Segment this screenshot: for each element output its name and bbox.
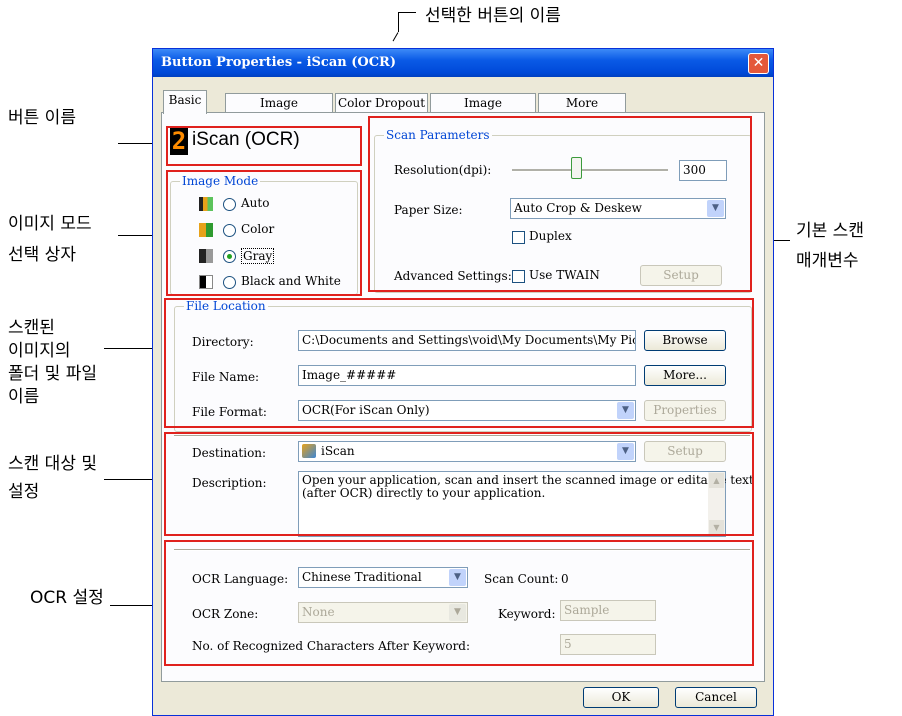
file-name-label: File Name: <box>192 370 260 384</box>
annotation-image-mode-1: 이미지 모드 <box>8 214 92 234</box>
radio-gray[interactable] <box>223 250 236 263</box>
destination-label: Destination: <box>192 446 267 460</box>
ocr-zone-label: OCR Zone: <box>192 607 259 621</box>
color-mode-icon <box>199 223 213 237</box>
button-name-display: iScan (OCR) <box>192 129 300 150</box>
annotation-ocr: OCR 설정 <box>30 588 104 608</box>
annotation-line <box>398 12 416 13</box>
radio-color[interactable] <box>223 224 236 237</box>
scan-setup-button[interactable]: Setup <box>640 265 722 286</box>
annotation-file-3: 폴더 및 파일 <box>8 364 98 384</box>
paper-size-select[interactable]: Auto Crop & Deskew ▼ <box>510 198 726 219</box>
radio-auto[interactable] <box>223 198 236 211</box>
duplex-label[interactable]: Duplex <box>529 229 572 243</box>
file-name-input[interactable]: Image_##### <box>298 365 636 386</box>
scroll-down-icon[interactable]: ▼ <box>709 520 724 535</box>
description-scrollbar[interactable]: ▲ ▼ <box>708 472 725 536</box>
file-format-label: File Format: <box>192 405 267 419</box>
file-format-select[interactable]: OCR(For iScan Only) ▼ <box>298 400 636 421</box>
bw-mode-icon <box>199 275 213 289</box>
use-twain-checkbox[interactable] <box>512 270 525 283</box>
duplex-checkbox[interactable] <box>512 231 525 244</box>
divider <box>174 549 750 551</box>
close-button[interactable]: ✕ <box>748 53 769 74</box>
chevron-down-icon[interactable]: ▼ <box>617 402 634 419</box>
resolution-label: Resolution(dpi): <box>394 163 492 177</box>
advanced-settings-label: Advanced Settings: <box>394 269 512 283</box>
annotation-dest-2: 설정 <box>8 482 40 502</box>
resolution-slider-thumb[interactable] <box>571 157 582 179</box>
annotation-image-mode-2: 선택 상자 <box>8 245 76 265</box>
annotation-file-4: 이름 <box>8 387 40 407</box>
annotation-dest-1: 스캔 대상 및 <box>8 454 98 474</box>
radio-black-white[interactable] <box>223 276 236 289</box>
gray-mode-icon <box>199 249 213 263</box>
iscan-app-icon <box>302 444 316 458</box>
chevron-down-icon[interactable]: ▼ <box>449 569 466 586</box>
scan-parameters-title: Scan Parameters <box>384 128 492 142</box>
use-twain-label[interactable]: Use TWAIN <box>529 268 600 282</box>
tab-basic[interactable]: Basic <box>163 90 207 114</box>
keyword-label: Keyword: <box>498 607 556 621</box>
annotation-scan-params-1: 기본 스캔 <box>796 221 864 241</box>
recognized-chars-label: No. of Recognized Characters After Keywo… <box>192 639 471 653</box>
browse-button[interactable]: Browse <box>644 330 726 351</box>
annotation-file-2: 이미지의 <box>8 341 71 361</box>
ocr-language-label: OCR Language: <box>192 572 289 586</box>
properties-button[interactable]: Properties <box>644 400 726 421</box>
title-bar[interactable]: Button Properties - iScan (OCR) ✕ <box>153 49 773 77</box>
tab-image-adjustment[interactable]: Image Adjustment <box>225 93 333 129</box>
button-properties-dialog: Button Properties - iScan (OCR) ✕ Basic … <box>152 48 774 716</box>
resolution-input[interactable]: 300 <box>679 160 727 181</box>
annotation-line <box>392 32 399 42</box>
button-number-display: 2 <box>170 127 188 155</box>
dialog-title: Button Properties - iScan (OCR) <box>161 55 397 70</box>
image-mode-title: Image Mode <box>180 174 261 188</box>
radio-color-label[interactable]: Color <box>241 222 274 236</box>
keyword-input[interactable]: Sample <box>560 600 656 621</box>
scan-count-value: 0 <box>561 572 569 586</box>
tab-panel-basic: 2 iScan (OCR) Image Mode Auto Color Gray… <box>161 112 765 682</box>
ocr-zone-select[interactable]: None ▼ <box>298 602 468 623</box>
cancel-button[interactable]: Cancel <box>675 687 757 708</box>
scan-count-label: Scan Count: <box>484 572 559 586</box>
annotation-file-1: 스캔된 <box>8 318 55 338</box>
description-label: Description: <box>192 476 267 490</box>
destination-setup-button[interactable]: Setup <box>644 441 726 462</box>
annotation-scan-params-2: 매개변수 <box>796 251 859 271</box>
radio-auto-label[interactable]: Auto <box>241 196 269 210</box>
directory-input[interactable]: C:\Documents and Settings\void\My Docume… <box>298 330 636 351</box>
description-textarea[interactable]: Open your application, scan and insert t… <box>298 471 754 537</box>
scroll-up-icon[interactable]: ▲ <box>709 473 724 488</box>
close-icon: ✕ <box>752 55 765 71</box>
resolution-slider-track[interactable] <box>512 169 668 172</box>
tab-color-dropout[interactable]: Color Dropout <box>335 93 428 112</box>
ok-button[interactable]: OK <box>583 687 659 708</box>
ocr-language-select[interactable]: Chinese Traditional ▼ <box>298 567 468 588</box>
file-location-title: File Location <box>184 299 268 313</box>
chevron-down-icon[interactable]: ▼ <box>449 604 466 621</box>
chevron-down-icon[interactable]: ▼ <box>707 200 724 217</box>
tab-image-processing[interactable]: Image Processing <box>430 93 536 129</box>
recognized-chars-input[interactable]: 5 <box>560 634 656 655</box>
more-button[interactable]: More... <box>644 365 726 386</box>
annotation-selected-button-name: 선택한 버튼의 이름 <box>425 6 561 26</box>
annotation-button-name: 버튼 이름 <box>8 108 76 128</box>
radio-black-white-label[interactable]: Black and White <box>241 274 341 288</box>
paper-size-label: Paper Size: <box>394 203 463 217</box>
auto-mode-icon <box>199 197 213 211</box>
destination-select[interactable]: iScan ▼ <box>298 441 636 462</box>
divider <box>174 435 750 437</box>
tab-more-settings[interactable]: More Settings <box>538 93 626 129</box>
annotation-line <box>398 12 399 32</box>
radio-gray-label[interactable]: Gray <box>241 248 275 264</box>
directory-label: Directory: <box>192 335 254 349</box>
chevron-down-icon[interactable]: ▼ <box>617 443 634 460</box>
